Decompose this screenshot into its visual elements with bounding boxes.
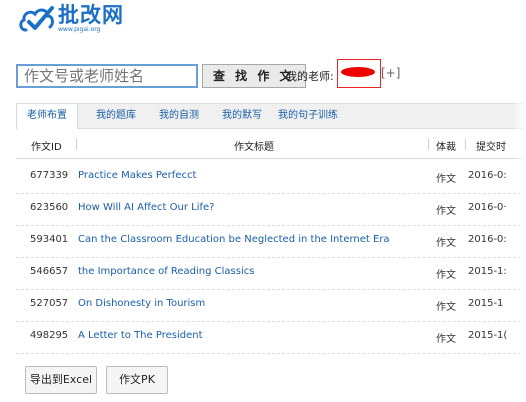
search-input[interactable]: [16, 64, 198, 88]
essay-id: 623560: [30, 202, 69, 213]
essay-title-link[interactable]: On Dishonesty in Tourism: [78, 298, 205, 309]
brand-name: 批改网: [58, 3, 124, 27]
essay-date: 2016-0:: [468, 170, 507, 181]
essay-title-link[interactable]: How Will AI Affect Our Life?: [78, 202, 214, 213]
essay-id: 593401: [30, 234, 69, 245]
table-row: 498295 A Letter to The President 作文 2015…: [16, 321, 526, 354]
column-divider: [465, 139, 466, 150]
redacted-teacher-name: [341, 67, 375, 77]
essay-date: 2016-0·: [468, 202, 507, 213]
search-bar: 查 找 作 文: [16, 64, 306, 88]
essay-genre: 作文: [436, 334, 456, 345]
essay-genre: 作文: [436, 206, 456, 217]
essay-title-link[interactable]: A Letter to The President: [78, 330, 203, 341]
tab-my-dictation[interactable]: 我的默写: [222, 104, 262, 128]
column-header-date[interactable]: 提交时: [476, 138, 506, 153]
essay-title-link[interactable]: Practice Makes Perfecct: [78, 170, 196, 181]
essay-date: 2016-0:: [468, 234, 507, 245]
column-divider: [428, 139, 429, 150]
tab-my-question-bank[interactable]: 我的题库: [96, 104, 136, 128]
column-header-title[interactable]: 作文标题: [234, 138, 274, 153]
tab-teacher-assigned[interactable]: 老师布置: [16, 104, 78, 129]
essay-genre: 作文: [436, 302, 456, 313]
essay-id: 677339: [30, 170, 69, 181]
table-row: 546657 the Importance of Reading Classic…: [16, 257, 526, 290]
table-row: 593401 Can the Classroom Education be Ne…: [16, 225, 526, 258]
essay-genre: 作文: [436, 174, 456, 185]
tab-my-self-test[interactable]: 我的自测: [159, 104, 199, 128]
essay-id: 546657: [30, 266, 69, 277]
essay-title-link[interactable]: the Importance of Reading Classics: [78, 266, 254, 277]
essay-date: 2015-1(: [468, 330, 508, 341]
tab-bar: 老师布置 我的题库 我的自测 我的默写 我的句子训练: [16, 103, 526, 129]
essay-genre: 作文: [436, 270, 456, 281]
brand-url: www.pigai.org: [58, 26, 101, 33]
logo-cloud-check-icon: [19, 6, 54, 32]
column-header-id[interactable]: 作文ID: [31, 138, 62, 153]
essay-genre: 作文: [436, 238, 456, 249]
essay-title-link[interactable]: Can the Classroom Education be Neglected…: [78, 234, 390, 245]
header-divider: [16, 158, 526, 159]
export-excel-button[interactable]: 导出到Excel: [25, 366, 97, 394]
column-header-genre[interactable]: 体裁: [436, 138, 456, 153]
add-teacher-button[interactable]: [+]: [381, 66, 400, 80]
essay-id: 498295: [30, 330, 69, 341]
table-row: 677339 Practice Makes Perfecct 作文 2016-0…: [16, 161, 526, 194]
right-edge-fade: [512, 0, 526, 402]
table-row: 527057 On Dishonesty in Tourism 作文 2015-…: [16, 289, 526, 322]
essay-id: 527057: [30, 298, 69, 309]
site-logo[interactable]: 批改网 www.pigai.org: [18, 2, 124, 36]
my-teacher-label: 我的老师:: [286, 70, 334, 83]
table-row: 623560 How Will AI Affect Our Life? 作文 2…: [16, 193, 526, 226]
essay-pk-button[interactable]: 作文PK: [106, 366, 168, 394]
essay-date: 2015-1:: [468, 266, 507, 277]
essay-date: 2015-1: [468, 298, 504, 309]
tab-my-sentence-training[interactable]: 我的句子训练: [278, 104, 338, 128]
column-divider: [76, 139, 77, 150]
